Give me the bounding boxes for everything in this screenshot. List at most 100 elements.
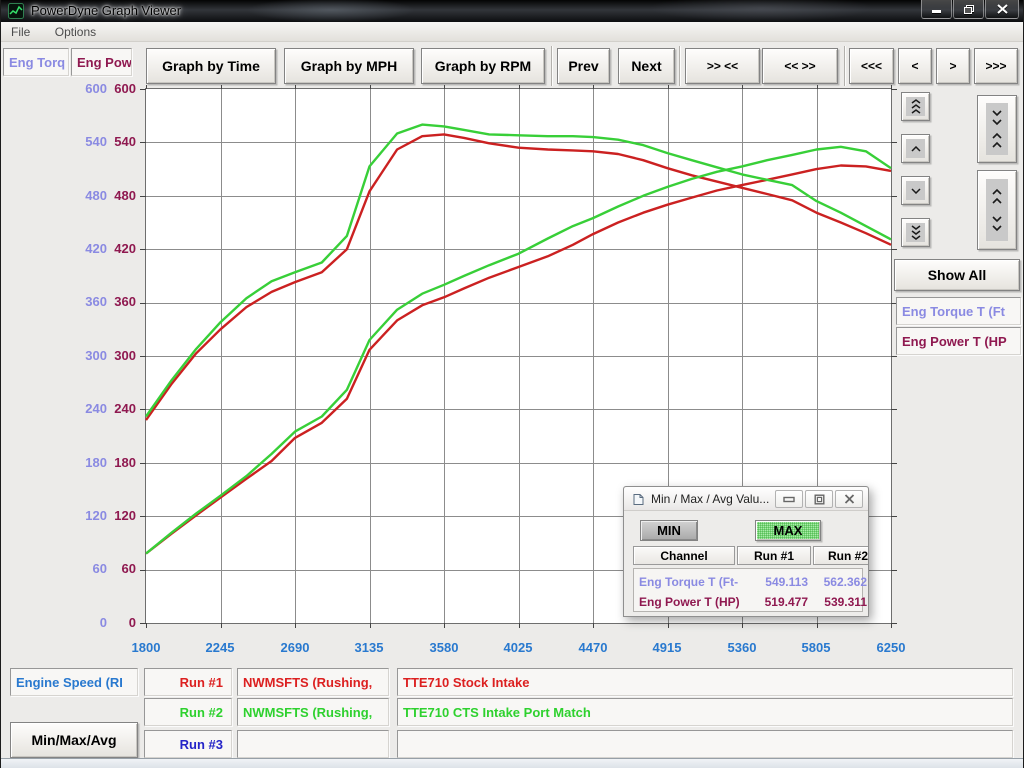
run1-description-box: TTE710 Stock Intake — [397, 668, 1013, 696]
minmax-title-bar[interactable]: Min / Max / Avg Valu... — [624, 487, 868, 511]
minmax-value: 519.477 — [734, 595, 808, 609]
next-button[interactable]: Next — [618, 48, 675, 84]
minmax-value: 539.311 — [809, 595, 867, 609]
y-axis-tick-label: 240 — [79, 401, 136, 417]
graph-by-time-button[interactable]: Graph by Time — [146, 48, 276, 84]
y-axis-tick-label: 480 — [79, 188, 136, 204]
power-channel-box[interactable]: Eng Powe — [71, 48, 132, 76]
x-axis-tick-label: 4915 — [637, 640, 697, 656]
menu-bar: File Options — [1, 22, 1024, 42]
scale-up-fast-button[interactable] — [901, 92, 930, 121]
x-axis-tick-label: 5360 — [712, 640, 772, 656]
x-axis-tick-label: 5805 — [786, 640, 846, 656]
run1-label: Run #1 — [144, 668, 232, 696]
chevrons-expand-icon — [986, 179, 1008, 241]
scale-down-button[interactable] — [901, 176, 930, 205]
minmax-value: 549.113 — [734, 575, 808, 589]
y-axis-tick-label: 540 — [79, 134, 136, 150]
minimize-icon — [931, 5, 943, 14]
toolbar-divider — [679, 46, 681, 86]
minmax-column-run2[interactable]: Run #2 — [813, 546, 869, 565]
y-axis-tick-label: 120 — [79, 508, 136, 524]
restore-icon — [814, 494, 825, 505]
y-axis-tick-label: 360 — [79, 294, 136, 310]
run1-source-box: NWMSFTS (Rushing, — [237, 668, 389, 696]
torque-channel-box[interactable]: Eng Torq — [3, 48, 69, 76]
minmax-value: 562.362 — [809, 575, 867, 589]
y-axis-tick-label: 60 — [79, 561, 136, 577]
run3-description-box — [397, 730, 1013, 758]
x-axis-tick-label: 3580 — [414, 640, 474, 656]
minmax-column-channel[interactable]: Channel — [633, 546, 735, 565]
run3-source-box — [237, 730, 389, 758]
close-button[interactable] — [985, 0, 1019, 19]
run2-description-box: TTE710 CTS Intake Port Match — [397, 698, 1013, 726]
toolbar-divider — [551, 46, 553, 86]
triple-chevron-up-icon — [906, 97, 925, 116]
x-axis-tick-label: 4470 — [563, 640, 623, 656]
minmaxavg-button[interactable]: Min/Max/Avg — [10, 722, 138, 758]
x-channel-box[interactable]: Engine Speed (RI — [10, 668, 138, 696]
close-icon — [844, 494, 855, 504]
minmax-row-channel: Eng Power T (HP) — [639, 595, 740, 609]
menu-file[interactable]: File — [1, 22, 40, 42]
run3-label: Run #3 — [144, 730, 232, 758]
restore-button[interactable] — [953, 0, 984, 19]
minimize-button[interactable] — [921, 0, 952, 19]
scroll-right-button[interactable]: > — [936, 48, 970, 84]
chevrons-collapse-icon — [986, 103, 1008, 155]
window-resize-strip — [1, 758, 1024, 768]
minimize-icon — [783, 496, 795, 503]
minmax-window: Min / Max / Avg Valu... MIN MAX Channel … — [623, 486, 869, 617]
torque-trace-box[interactable]: Eng Torque T (Ft — [896, 297, 1021, 325]
minmax-table: Eng Torque T (Ft- 549.113 562.362 Eng Po… — [633, 568, 863, 612]
document-icon — [632, 493, 645, 511]
y-axis-tick-label: 300 — [79, 348, 136, 364]
x-axis-tick-label: 3135 — [339, 640, 399, 656]
menu-options[interactable]: Options — [45, 22, 106, 42]
title-bar: PowerDyne Graph Viewer — [1, 0, 1024, 22]
x-axis-tick-label: 6250 — [861, 640, 921, 656]
minmax-column-run1[interactable]: Run #1 — [737, 546, 811, 565]
scale-up-button[interactable] — [901, 134, 930, 163]
show-all-button[interactable]: Show All — [894, 259, 1020, 291]
scroll-far-left-button[interactable]: <<< — [849, 48, 894, 84]
expand-y-button[interactable] — [977, 170, 1017, 250]
compress-y-button[interactable] — [977, 95, 1017, 163]
chevron-down-icon — [906, 181, 925, 200]
toolbar-divider — [844, 46, 846, 86]
x-axis-tick-label: 2690 — [265, 640, 325, 656]
prev-button[interactable]: Prev — [557, 48, 610, 84]
scroll-left-button[interactable]: < — [898, 48, 932, 84]
max-toggle-button[interactable]: MAX — [755, 520, 821, 541]
minmax-close-button[interactable] — [835, 490, 863, 508]
x-axis-tick-label: 4025 — [488, 640, 548, 656]
y-axis-tick-label: 420 — [79, 241, 136, 257]
scale-down-fast-button[interactable] — [901, 218, 930, 247]
series-run-2-eng-torque-t-ft-lbs-tte710-cts-intake-port-match — [146, 125, 891, 417]
run2-label: Run #2 — [144, 698, 232, 726]
graph-by-rpm-button[interactable]: Graph by RPM — [421, 48, 545, 84]
x-axis-tick-label: 2245 — [190, 640, 250, 656]
minmax-restore-button[interactable] — [805, 490, 833, 508]
scroll-far-right-button[interactable]: >>> — [974, 48, 1018, 84]
window-title: PowerDyne Graph Viewer — [31, 3, 181, 18]
min-toggle-button[interactable]: MIN — [640, 520, 698, 541]
app-icon — [8, 3, 24, 19]
y-axis-tick-label: 0 — [79, 615, 136, 631]
zoom-in-x-button[interactable]: >> << — [685, 48, 760, 84]
power-trace-box[interactable]: Eng Power T (HP — [896, 327, 1021, 355]
minmax-minimize-button[interactable] — [775, 490, 803, 508]
powerdyne-window: PowerDyne Graph Viewer File Options Eng … — [0, 0, 1024, 768]
triple-chevron-down-icon — [906, 223, 925, 242]
close-icon — [997, 4, 1008, 14]
minmax-window-title: Min / Max / Avg Valu... — [651, 492, 769, 506]
x-axis-tick-label: 1800 — [116, 640, 176, 656]
graph-by-mph-button[interactable]: Graph by MPH — [284, 48, 414, 84]
run2-source-box: NWMSFTS (Rushing, — [237, 698, 389, 726]
restore-icon — [963, 4, 975, 15]
y-axis-tick-label: 600 — [79, 81, 136, 97]
zoom-out-x-button[interactable]: << >> — [762, 48, 838, 84]
y-axis-tick-label: 180 — [79, 455, 136, 471]
chevron-up-icon — [906, 139, 925, 158]
